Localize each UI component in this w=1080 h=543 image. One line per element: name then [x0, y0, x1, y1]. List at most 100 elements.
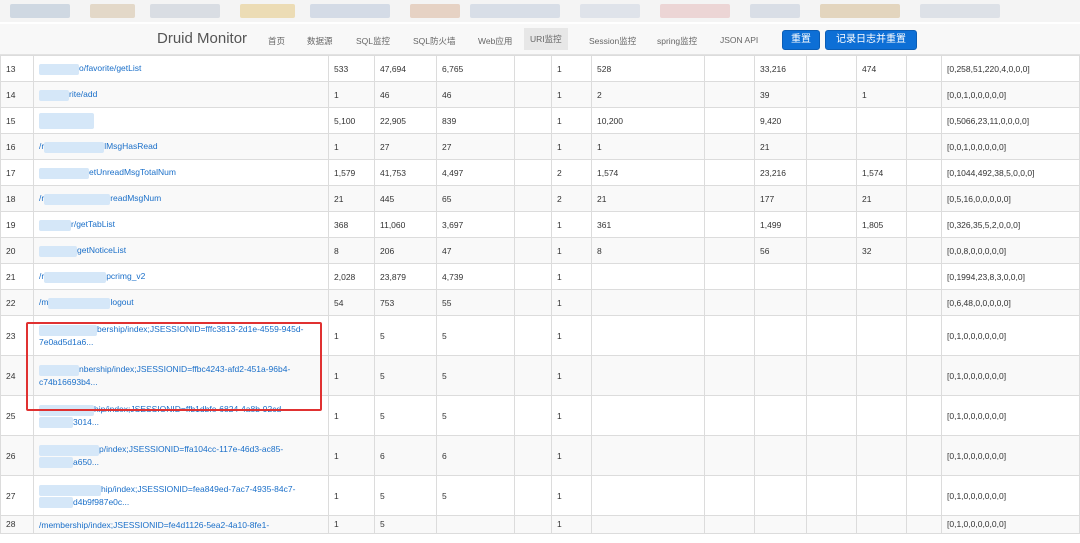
max-time: 27: [436, 133, 515, 160]
concurrent-max: 1: [551, 107, 592, 134]
uri-cell[interactable]: /r lMsgHasRead: [33, 133, 329, 160]
jdbc-commit-count: [856, 395, 907, 436]
nav-sql-monitor[interactable]: SQL监控: [356, 35, 390, 47]
blank-cell: [806, 237, 857, 264]
time-distribution: [0,1,0,0,0,0,0,0]: [941, 435, 1080, 476]
concurrent-max: 2: [551, 185, 592, 212]
blank-cell: [806, 289, 857, 316]
uri-cell[interactable]: etUnreadMsgTotalNum: [33, 159, 329, 186]
jdbc-execute-count: [591, 289, 705, 316]
blank-cell: [514, 263, 552, 290]
blank-cell: [514, 211, 552, 238]
blank-cell: [806, 133, 857, 160]
time-distribution: [0,1,0,0,0,0,0,0]: [941, 355, 1080, 396]
uri-link-tail[interactable]: readMsgNum: [110, 193, 161, 203]
jdbc-fetch-rows: [754, 475, 807, 516]
uri-cell[interactable]: getNoticeList: [33, 237, 329, 264]
blank-cell: [704, 107, 755, 134]
request-count: 54: [328, 289, 375, 316]
jdbc-fetch-rows: 39: [754, 81, 807, 108]
row-number: 22: [0, 289, 34, 316]
request-count: 1: [328, 315, 375, 356]
uri-cell[interactable]: hip/index;JSESSIONID=fea849ed-7ac7-4935-…: [33, 475, 329, 516]
uri-cell[interactable]: /m logout: [33, 289, 329, 316]
blank-cell: [806, 55, 857, 82]
row-number: 26: [0, 435, 34, 476]
request-count: 368: [328, 211, 375, 238]
uri-cell[interactable]: /r readMsgNum: [33, 185, 329, 212]
nav-datasource[interactable]: 数据源: [307, 35, 333, 47]
row-number: 27: [0, 475, 34, 516]
concurrent-max: 1: [551, 515, 592, 534]
uri-cell[interactable]: /r pcrimg_v2: [33, 263, 329, 290]
total-time: 11,060: [374, 211, 437, 238]
uri-cell[interactable]: rite/add: [33, 81, 329, 108]
request-count: 21: [328, 185, 375, 212]
uri-cell[interactable]: [33, 107, 329, 134]
nav-json-api[interactable]: JSON API: [720, 35, 758, 45]
nav-spring-monitor[interactable]: spring监控: [657, 35, 697, 47]
total-time: 47,694: [374, 55, 437, 82]
total-time: 46: [374, 81, 437, 108]
concurrent-max: 1: [551, 289, 592, 316]
uri-cell[interactable]: /membership/index;JSESSIONID=fe4d1126-5e…: [33, 515, 329, 534]
total-time: 445: [374, 185, 437, 212]
blank-cell: [704, 211, 755, 238]
nav-session-monitor[interactable]: Session监控: [589, 35, 636, 47]
total-time: 5: [374, 395, 437, 436]
uri-cell[interactable]: o/favorite/getList: [33, 55, 329, 82]
total-time: 5: [374, 475, 437, 516]
uri-link[interactable]: /membership/index;JSESSIONID=fe4d1126-5e…: [39, 520, 269, 530]
concurrent-max: 1: [551, 395, 592, 436]
uri-link[interactable]: etUnreadMsgTotalNum: [89, 167, 176, 177]
redacted-segment: [39, 89, 69, 101]
request-count: 1: [328, 355, 375, 396]
blank-cell: [806, 211, 857, 238]
uri-link[interactable]: hip/index;JSESSIONID=fea849ed-7ac7-4935-…: [101, 484, 295, 494]
brand-title[interactable]: Druid Monitor: [157, 30, 247, 47]
nav-sql-firewall[interactable]: SQL防火墙: [413, 35, 456, 47]
total-time: 23,879: [374, 263, 437, 290]
table-row: 20 getNoticeList 8 206 47 1 8 56 32 [0,0,8,0,0,0,…: [0, 237, 1080, 264]
time-distribution: [0,1,0,0,0,0,0,0]: [941, 515, 1080, 534]
uri-link[interactable]: o/favorite/getList: [79, 63, 141, 73]
uri-link[interactable]: /m: [39, 297, 48, 307]
blank-cell: [514, 237, 552, 264]
uri-cell[interactable]: p/index;JSESSIONID=ffa104cc-117e-46d3-ac…: [33, 435, 329, 476]
nav-home[interactable]: 首页: [268, 35, 285, 47]
nav-web-app[interactable]: Web应用: [478, 35, 512, 47]
jdbc-fetch-rows: [754, 263, 807, 290]
concurrent-max: 1: [551, 237, 592, 264]
jdbc-fetch-rows: [754, 515, 807, 534]
blank-cell: [806, 81, 857, 108]
time-distribution: [0,326,35,5,2,0,0,0]: [941, 211, 1080, 238]
redacted-segment: [39, 167, 89, 179]
reset-button[interactable]: 重置: [782, 30, 820, 50]
uri-link-tail[interactable]: logout: [110, 297, 133, 307]
log-and-reset-button[interactable]: 记录日志并重置: [825, 30, 917, 50]
table-row: 17 etUnreadMsgTotalNum 1,579 41,753 4,497 2 1,…: [0, 159, 1080, 186]
nav-uri-monitor[interactable]: URI监控: [524, 28, 568, 50]
redacted-segment: [44, 271, 107, 283]
uri-link-tail[interactable]: d4b9f987e0c...: [73, 497, 129, 507]
uri-link[interactable]: rite/add: [69, 89, 97, 99]
blank-cell: [806, 515, 857, 534]
uri-link-tail[interactable]: lMsgHasRead: [104, 141, 157, 151]
total-time: 22,905: [374, 107, 437, 134]
uri-link-tail[interactable]: a650...: [73, 457, 99, 467]
request-count: 2,028: [328, 263, 375, 290]
request-count: 533: [328, 55, 375, 82]
max-time: 4,497: [436, 159, 515, 186]
blank-cell: [514, 289, 552, 316]
uri-link[interactable]: getNoticeList: [77, 245, 126, 255]
jdbc-execute-count: 21: [591, 185, 705, 212]
uri-link-tail[interactable]: 3014...: [73, 417, 99, 427]
uri-cell[interactable]: r/getTabList: [33, 211, 329, 238]
max-time: 5: [436, 475, 515, 516]
uri-link-tail[interactable]: pcrimg_v2: [106, 271, 145, 281]
concurrent-max: 1: [551, 211, 592, 238]
blank-cell: [906, 81, 942, 108]
redacted-segment: [39, 496, 73, 508]
uri-link[interactable]: p/index;JSESSIONID=ffa104cc-117e-46d3-ac…: [99, 444, 283, 454]
uri-link[interactable]: r/getTabList: [71, 219, 115, 229]
